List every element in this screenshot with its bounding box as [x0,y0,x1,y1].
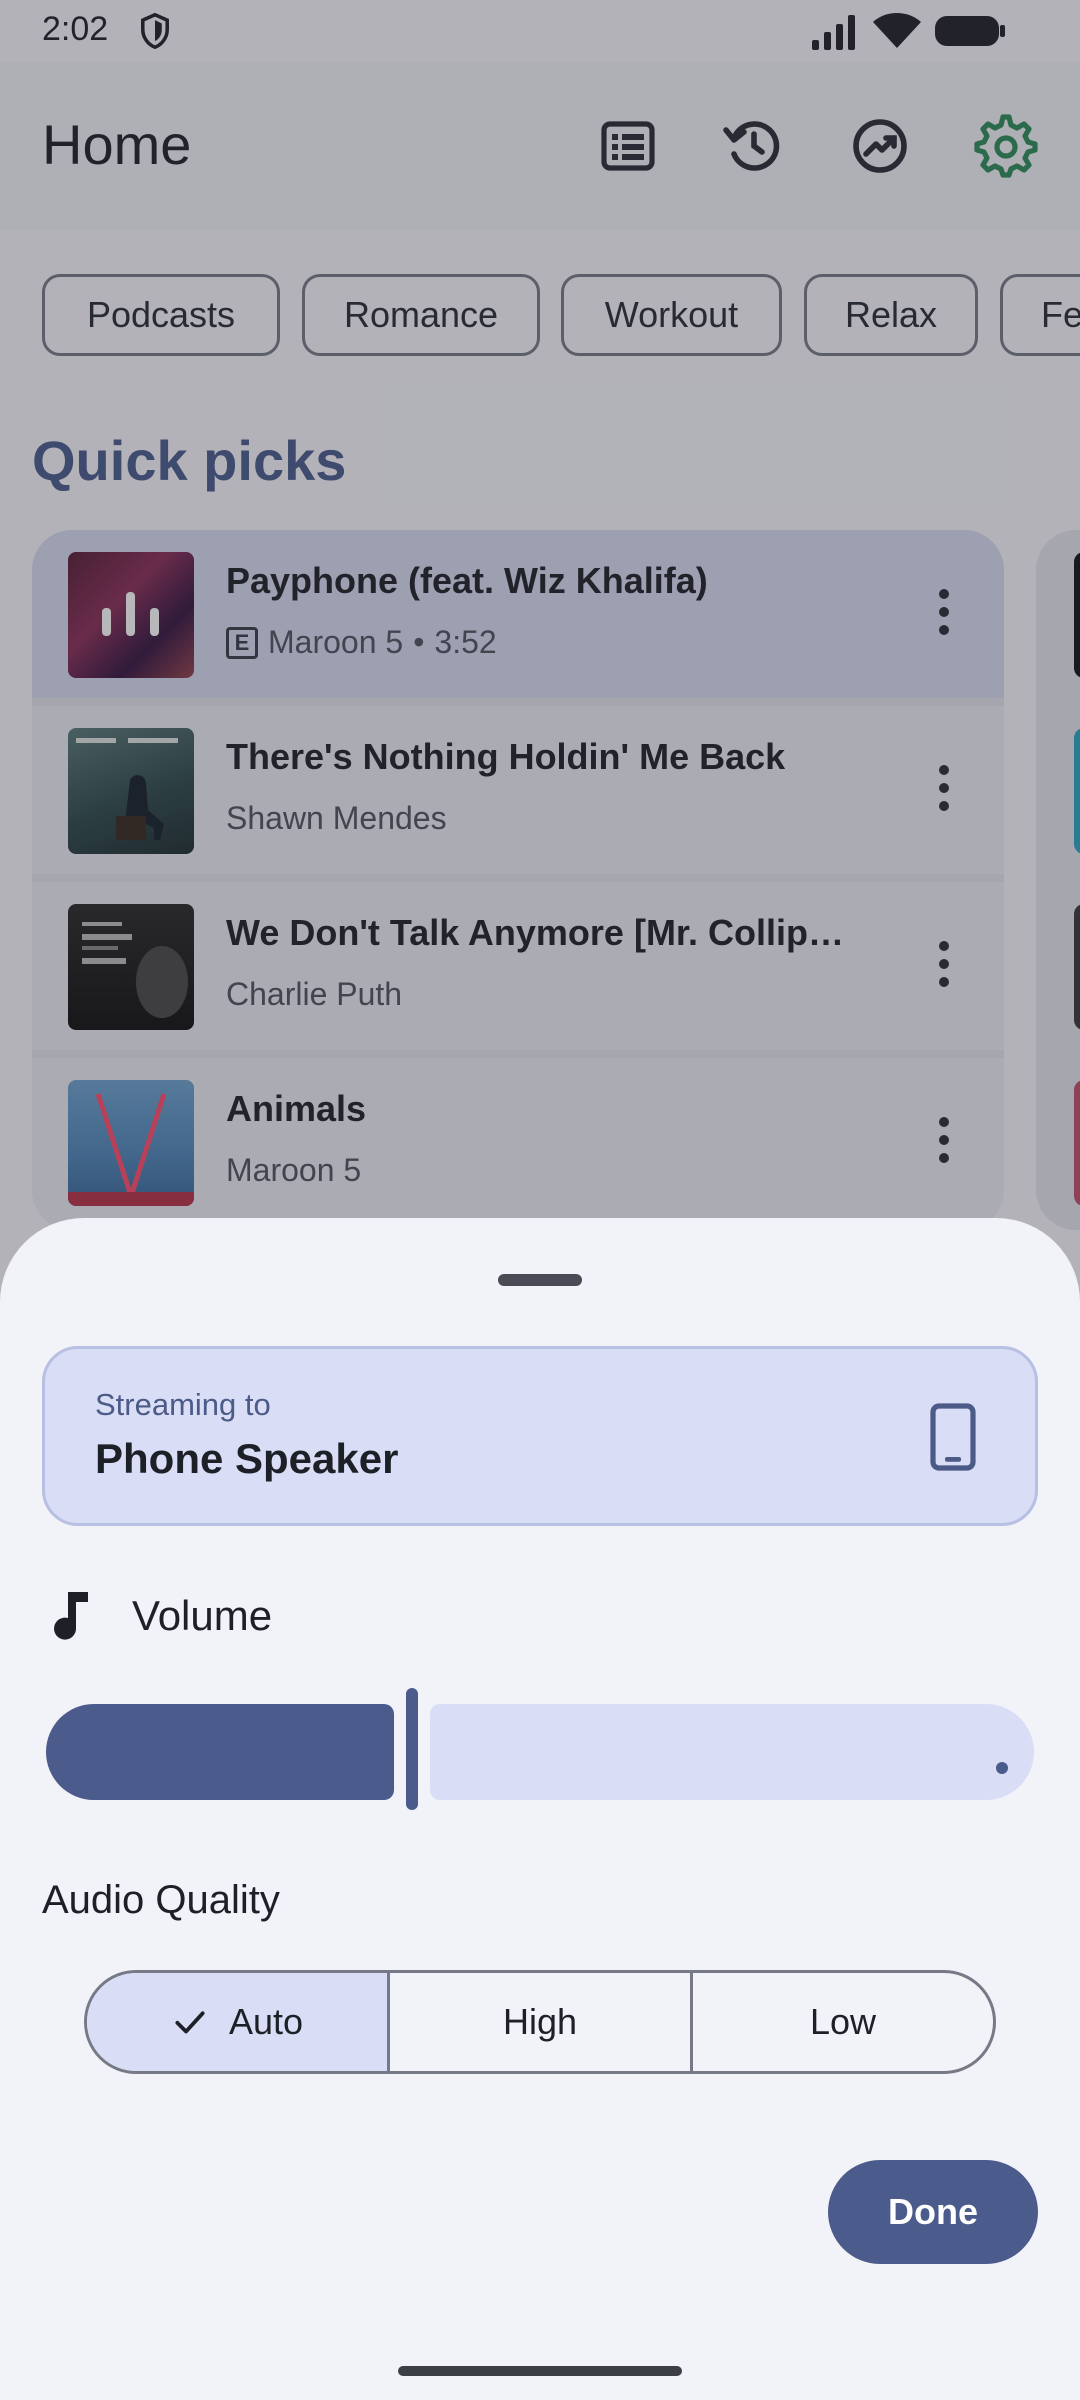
quality-option-auto[interactable]: Auto [87,1973,390,2071]
device-name: Phone Speaker [95,1435,399,1482]
check-icon [175,2011,205,2034]
audio-quality-label: Audio Quality [42,1878,280,1922]
audio-quality-selector: Auto High Low [84,1970,996,2074]
playback-bottom-sheet: Streaming to Phone Speaker Volume Audio … [0,1218,1080,2400]
volume-slider-active-track [46,1704,394,1800]
volume-slider-stop-indicator [996,1762,1008,1774]
quality-option-label: Low [809,2001,877,2042]
volume-slider-inactive-track [430,1704,1034,1800]
quality-option-high[interactable]: High [390,1973,693,2071]
quality-option-low[interactable]: Low [693,1973,993,2071]
phone-icon [930,1403,976,1471]
streaming-device-card[interactable]: Streaming to Phone Speaker [42,1346,1038,1526]
volume-label: Volume [132,1592,273,1639]
volume-slider-thumb[interactable] [406,1688,418,1810]
volume-slider[interactable] [46,1688,1034,1810]
quality-option-label: High [502,2001,578,2042]
drag-handle[interactable] [498,1274,582,1286]
quality-option-label: Auto [228,2001,304,2042]
done-button[interactable]: Done [828,2160,1038,2264]
music-note-icon [54,1592,88,1640]
streaming-label: Streaming to [95,1387,271,1422]
gesture-navigation-bar[interactable] [398,2366,682,2376]
